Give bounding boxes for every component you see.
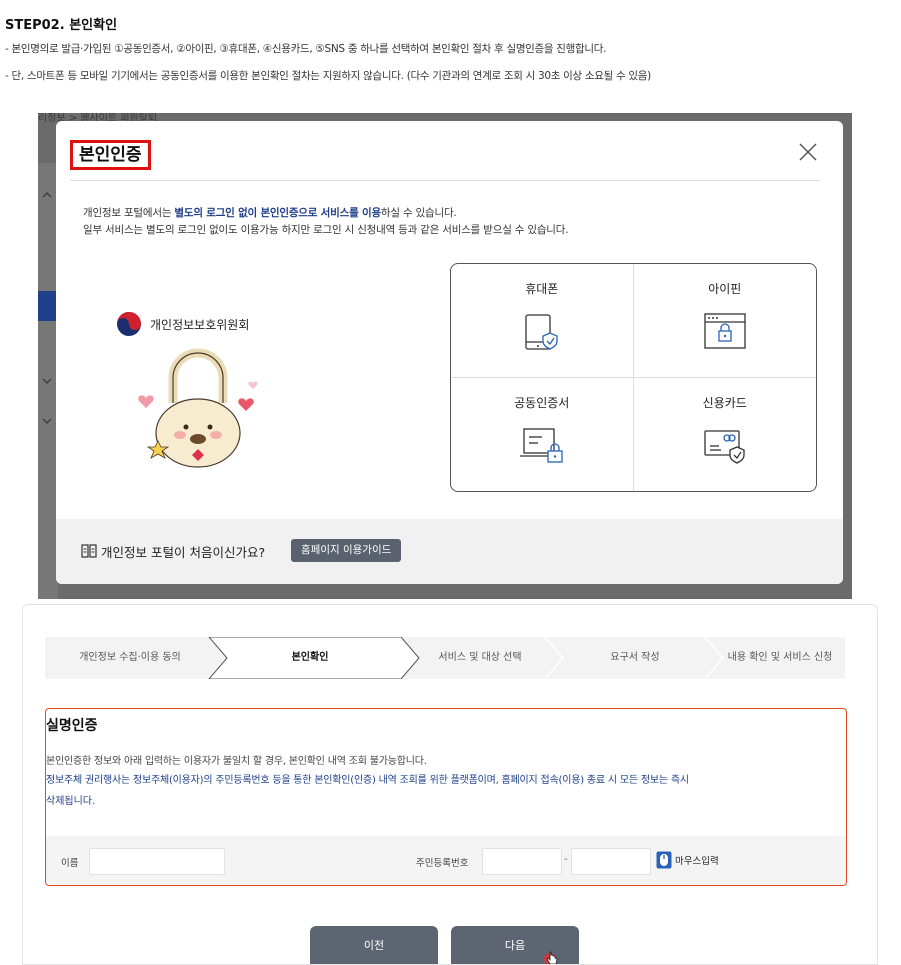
- instruction-line-2: - 단, 스마트폰 등 모바일 기기에서는 공동인증서를 이용한 본인확인 절차…: [5, 70, 651, 82]
- notice-deletion: 삭제됩니다.: [46, 796, 96, 807]
- section-title: 실명인증: [46, 718, 98, 734]
- modal-highlight-text: 별도의 로그인 없이 본인인증으로 서비스를 이용: [174, 207, 381, 219]
- rrn-back-input[interactable]: [571, 848, 651, 875]
- first-visit-text: 개인정보 포털이 처음이신가요?: [101, 545, 266, 560]
- certificate-laptop-lock-icon: [519, 427, 563, 463]
- auth-method-certificate[interactable]: 공동인증서: [451, 377, 634, 491]
- auth-method-label: 공동인증서: [514, 395, 570, 410]
- auth-method-ipin[interactable]: 아이핀: [633, 264, 816, 378]
- mouse-input-label: 마우스입력: [675, 856, 719, 867]
- chevron-up-icon: [41, 189, 53, 201]
- pipc-logo: 개인정보보호위원회: [116, 311, 249, 337]
- rrn-front-input[interactable]: [482, 848, 562, 875]
- mouse-input-button[interactable]: 마우스입력: [656, 851, 719, 869]
- chevron-down-icon: [41, 375, 53, 387]
- progress-stepper: 개인정보 수집·이용 동의 본인확인 서비스 및 대상 선택 요구서 작성 내용…: [45, 637, 845, 679]
- notice-mismatch: 본인인증한 정보와 아래 입력하는 이용자가 불일치 할 경우, 본인확인 내역…: [46, 756, 427, 767]
- credit-card-shield-icon: [704, 429, 745, 464]
- mobile-shield-icon: [525, 314, 558, 350]
- modal-divider: [70, 180, 820, 181]
- book-icon: [81, 543, 97, 562]
- chevron-down-icon: [41, 415, 53, 427]
- homepage-guide-button[interactable]: 홈페이지 이용가이드: [291, 539, 402, 562]
- step-confirm-and-apply: 내용 확인 및 서비스 신청: [727, 652, 833, 663]
- step-request-writing: 요구서 작성: [610, 652, 660, 663]
- real-name-auth-screenshot: 개인정보 수집·이용 동의 본인확인 서비스 및 대상 선택 요구서 작성 내용…: [22, 604, 878, 965]
- auth-modal: 본인인증 개인정보 포털에서는 별도의 로그인 없이 본인인증으로 서비스를 이…: [56, 121, 843, 584]
- step-consent: 개인정보 수집·이용 동의: [79, 652, 181, 663]
- auth-method-mobile[interactable]: 휴대폰: [451, 264, 634, 378]
- mouse-icon: [656, 851, 672, 869]
- auth-method-grid: 휴대폰 아이핀 공동인증서 신용카드: [450, 263, 817, 492]
- prev-button[interactable]: 이전: [310, 926, 438, 964]
- auth-method-label: 신용카드: [702, 395, 747, 410]
- hand-cursor-icon: [543, 949, 561, 964]
- auth-method-credit-card[interactable]: 신용카드: [634, 378, 817, 492]
- close-icon[interactable]: [797, 141, 819, 163]
- modal-footer: 개인정보 포털이 처음이신가요? 홈페이지 이용가이드: [56, 519, 843, 584]
- auth-modal-screenshot: 리정보 > 웹사이트 회원탈퇴 본인인증 개인정보 포털에서는 별도의 로그인 …: [38, 113, 852, 599]
- step-identity-verification: 본인확인: [291, 652, 329, 663]
- rrn-label: 주민등록번호: [416, 858, 469, 869]
- modal-title: 본인인증: [70, 140, 151, 170]
- org-name: 개인정보보호위원회: [150, 317, 250, 332]
- step-service-selection: 서비스 및 대상 선택: [438, 652, 522, 663]
- input-row: 이름 주민등록번호 - 마우스입력: [46, 836, 846, 885]
- real-name-auth-section: 실명인증 본인인증한 정보와 아래 입력하는 이용자가 불일치 할 경우, 본인…: [45, 708, 847, 886]
- step-title: STEP02. 본인확인: [5, 18, 118, 33]
- modal-description-1: 개인정보 포털에서는 별도의 로그인 없이 본인인증으로 서비스를 이용하실 수…: [83, 207, 457, 219]
- instruction-line-1: - 본인명의로 발급·가입된 ①공동인증서, ②아이핀, ③휴대폰, ④신용카드…: [5, 43, 607, 55]
- modal-description-2: 일부 서비스는 별도의 로그인 없이도 이용가능 하지만 로그인 시 신청내역 …: [83, 224, 569, 236]
- background-sidebar-active: [38, 291, 58, 321]
- rrn-separator: -: [564, 854, 568, 865]
- name-label: 이름: [61, 858, 79, 869]
- ipin-window-lock-icon: [704, 313, 746, 349]
- taegeuk-emblem-icon: [117, 312, 141, 336]
- mascot-lock-character-image: [128, 343, 268, 469]
- name-input[interactable]: [89, 848, 225, 875]
- auth-method-label: 아이핀: [708, 282, 742, 296]
- auth-method-label: 휴대폰: [525, 282, 559, 296]
- notice-platform: 정보주체 권리행사는 정보주체(이용자)의 주민등록번호 등을 통한 본인확인(…: [46, 775, 689, 786]
